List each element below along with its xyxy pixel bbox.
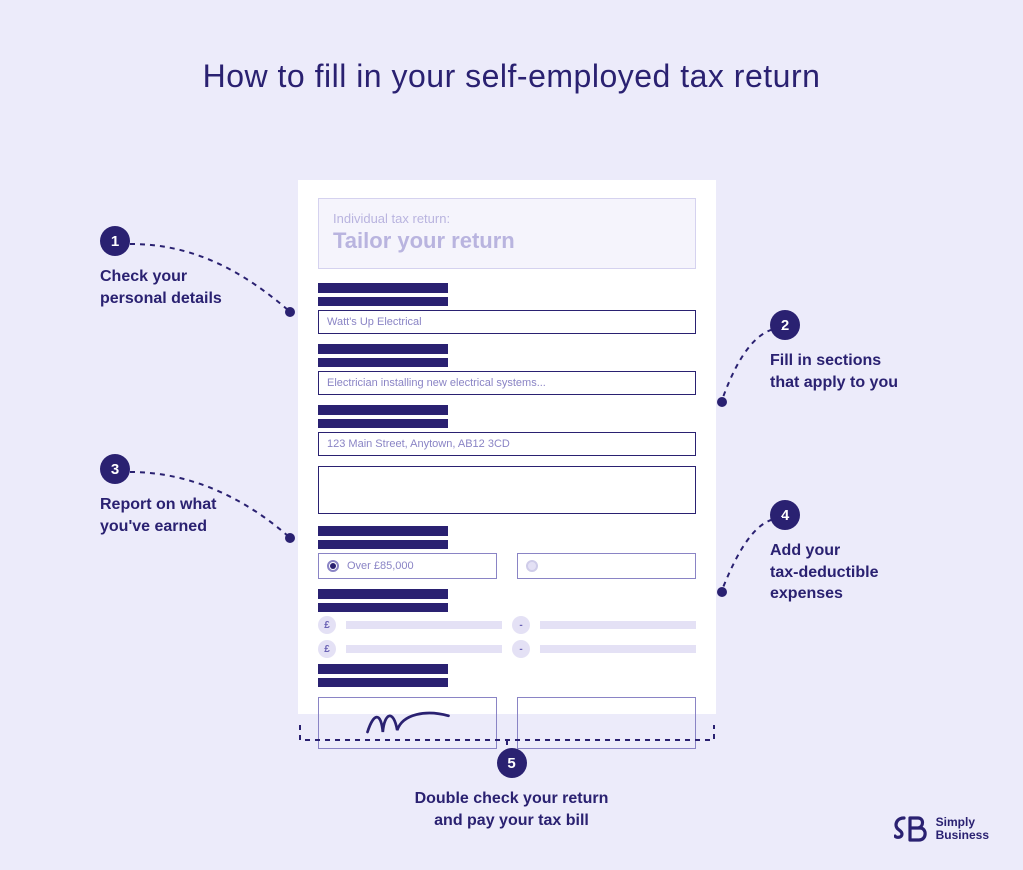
amount-bar [346,621,502,629]
step-5-callout: 5 Double check your returnand pay your t… [0,748,1023,831]
step-badge: 2 [770,310,800,340]
step-2-callout: 2 Fill in sectionsthat apply to you [770,310,940,393]
brand-initials [894,816,928,842]
redaction-bar [318,297,448,306]
form-header: Individual tax return: Tailor your retur… [318,198,696,269]
description-field: Electrician installing new electrical sy… [318,371,696,395]
redaction-bar [318,540,448,549]
step-badge: 1 [100,226,130,256]
infographic-canvas: How to fill in your self-employed tax re… [0,0,1023,870]
redaction-bar [318,603,448,612]
date-box [517,697,696,749]
amount-row: £ - [318,616,696,634]
step-badge: 3 [100,454,130,484]
amount-row: £ - [318,640,696,658]
currency-chip: £ [318,640,336,658]
redaction-bar [318,283,448,293]
radio-option-empty [517,553,696,579]
empty-text-box [318,466,696,514]
currency-chip: £ [318,616,336,634]
redaction-bar [318,589,448,599]
step-badge: 4 [770,500,800,530]
radio-label: Over £85,000 [347,560,414,572]
signature-icon [363,705,453,741]
step-text: Check yourpersonal details [100,266,260,309]
amount-bar [346,645,502,653]
redaction-bar [318,526,448,536]
address-field: 123 Main Street, Anytown, AB12 3CD [318,432,696,456]
amount-bar [540,645,696,653]
amount-bar [540,621,696,629]
step-badge: 5 [497,748,527,778]
step-4-callout: 4 Add yourtax-deductibleexpenses [770,500,950,605]
radio-dot-empty-icon [526,560,538,572]
minus-chip: - [512,616,530,634]
radio-option-selected: Over £85,000 [318,553,497,579]
page-title: How to fill in your self-employed tax re… [0,58,1023,95]
step-text: Report on whatyou've earned [100,494,270,537]
tax-return-form: Individual tax return: Tailor your retur… [298,180,716,714]
business-name-field: Watt's Up Electrical [318,310,696,334]
radio-dot-filled-icon [327,560,339,572]
redaction-bar [318,419,448,428]
redaction-bar [318,358,448,367]
minus-chip: - [512,640,530,658]
step-text: Double check your returnand pay your tax… [0,788,1023,831]
step-text: Add yourtax-deductibleexpenses [770,540,950,605]
step-1-callout: 1 Check yourpersonal details [100,226,260,309]
redaction-bar [318,405,448,415]
step-text: Fill in sectionsthat apply to you [770,350,940,393]
redaction-bar [318,664,448,674]
brand-name: Simply Business [936,816,989,842]
brand-logo: Simply Business [894,816,989,842]
form-header-title: Tailor your return [333,228,681,254]
step-3-callout: 3 Report on whatyou've earned [100,454,270,537]
redaction-bar [318,678,448,687]
form-header-subtitle: Individual tax return: [333,211,681,226]
redaction-bar [318,344,448,354]
signature-box [318,697,497,749]
